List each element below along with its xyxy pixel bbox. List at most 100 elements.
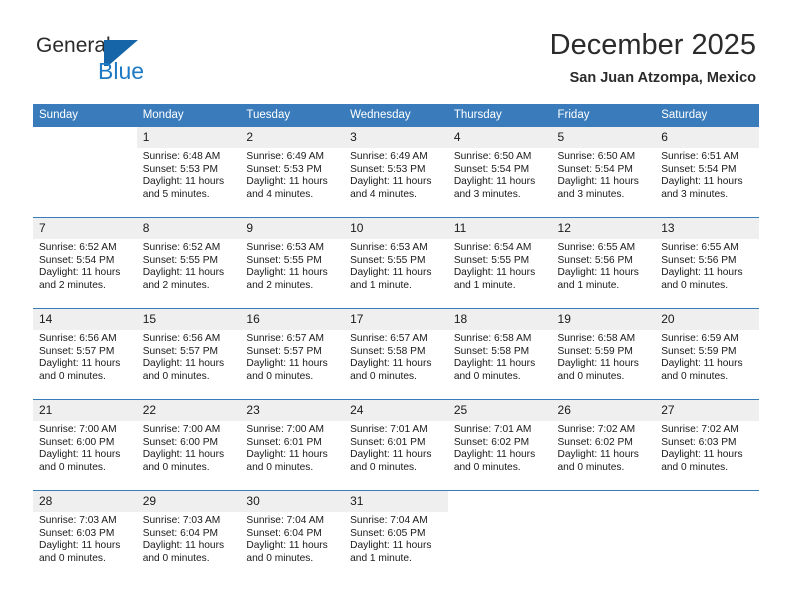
- day-details: Sunrise: 6:58 AM Sunset: 5:59 PM Daylight:…: [552, 330, 656, 383]
- day-cell-content: 2 Sunrise: 6:49 AM Sunset: 5:53 PM Daylight…: [240, 127, 345, 217]
- day-detail-line: and 0 minutes.: [246, 370, 314, 382]
- calendar-day-cell[interactable]: 5 Sunrise: 6:50 AM Sunset: 5:54 PM Daylight…: [551, 126, 656, 218]
- day-detail-line: and 4 minutes.: [350, 188, 417, 200]
- calendar-day-cell[interactable]: [655, 490, 759, 581]
- day-cell-content: 17 Sunrise: 6:57 AM Sunset: 5:58 PM Dayligh…: [344, 309, 448, 399]
- calendar-day-cell[interactable]: 24 Sunrise: 7:01 AM Sunset: 6:01 PM Dayligh…: [344, 399, 448, 491]
- calendar-day-cell[interactable]: 19 Sunrise: 6:58 AM Sunset: 5:59 PM Dayligh…: [551, 308, 656, 400]
- day-detail-line: Sunrise: 6:53 AM: [246, 242, 324, 253]
- day-detail-line: Sunrise: 6:48 AM: [142, 151, 221, 162]
- calendar-day-cell[interactable]: 14 Sunrise: 6:56 AM Sunset: 5:57 PM Dayligh…: [33, 308, 137, 400]
- day-detail-line: Daylight: 11 hours: [142, 540, 225, 552]
- calendar-day-cell[interactable]: 29 Sunrise: 7:03 AM Sunset: 6:04 PM Dayligh…: [136, 490, 241, 581]
- calendar-day-cell[interactable]: 6 Sunrise: 6:51 AM Sunset: 5:54 PM Daylight…: [655, 126, 759, 218]
- day-number: 13: [655, 218, 759, 239]
- calendar-day-cell[interactable]: 30 Sunrise: 7:04 AM Sunset: 6:04 PM Dayligh…: [240, 490, 345, 581]
- day-detail-line: Sunset: 6:00 PM: [39, 436, 115, 448]
- day-detail-line: Daylight: 11 hours: [350, 449, 432, 461]
- day-number: 16: [240, 309, 345, 330]
- day-detail-line: Daylight: 11 hours: [453, 449, 536, 461]
- calendar-day-cell[interactable]: 28 Sunrise: 7:03 AM Sunset: 6:03 PM Dayligh…: [33, 490, 137, 581]
- calendar-week-row: 7 Sunrise: 6:52 AM Sunset: 5:54 PM Daylight…: [33, 217, 759, 309]
- day-detail-line: Daylight: 11 hours: [350, 358, 432, 370]
- day-details: Sunrise: 7:02 AM Sunset: 6:03 PM Daylight:…: [655, 421, 759, 474]
- calendar-day-cell[interactable]: 10 Sunrise: 6:53 AM Sunset: 5:55 PM Dayligh…: [344, 217, 448, 309]
- day-number: 24: [344, 400, 448, 421]
- day-detail-line: Daylight: 11 hours: [39, 358, 121, 370]
- calendar-day-cell[interactable]: 20 Sunrise: 6:59 AM Sunset: 5:59 PM Dayligh…: [655, 308, 759, 400]
- day-detail-line: and 0 minutes.: [142, 461, 210, 473]
- day-number: 29: [136, 491, 241, 512]
- day-detail-line: and 0 minutes.: [661, 370, 729, 382]
- calendar-day-cell[interactable]: 31 Sunrise: 7:04 AM Sunset: 6:05 PM Dayligh…: [344, 490, 448, 581]
- calendar-day-cell[interactable]: 23 Sunrise: 7:00 AM Sunset: 6:01 PM Dayligh…: [240, 399, 345, 491]
- general-blue-logo[interactable]: General Blue: [36, 34, 216, 90]
- day-detail-line: Daylight: 11 hours: [453, 176, 536, 188]
- calendar-day-cell[interactable]: 26 Sunrise: 7:02 AM Sunset: 6:02 PM Dayligh…: [551, 399, 656, 491]
- calendar-day-cell[interactable]: 12 Sunrise: 6:55 AM Sunset: 5:56 PM Dayligh…: [551, 217, 656, 309]
- logo-text-blue: Blue: [98, 58, 145, 84]
- calendar-day-cell[interactable]: [33, 126, 137, 218]
- day-details: Sunrise: 7:01 AM Sunset: 6:02 PM Daylight:…: [448, 421, 552, 474]
- calendar-day-cell[interactable]: 7 Sunrise: 6:52 AM Sunset: 5:54 PM Daylight…: [33, 217, 137, 309]
- day-number: [655, 491, 759, 512]
- day-number: 21: [33, 400, 137, 421]
- calendar-day-cell[interactable]: 9 Sunrise: 6:53 AM Sunset: 5:55 PM Daylight…: [240, 217, 345, 309]
- calendar-day-cell[interactable]: 27 Sunrise: 7:02 AM Sunset: 6:03 PM Dayligh…: [655, 399, 759, 491]
- calendar-day-cell[interactable]: 13 Sunrise: 6:55 AM Sunset: 5:56 PM Dayligh…: [655, 217, 759, 309]
- calendar-day-cell[interactable]: [551, 490, 656, 581]
- calendar-day-cell[interactable]: 18 Sunrise: 6:58 AM Sunset: 5:58 PM Dayligh…: [447, 308, 552, 400]
- day-detail-line: Daylight: 11 hours: [142, 358, 225, 370]
- calendar-day-cell[interactable]: 2 Sunrise: 6:49 AM Sunset: 5:53 PM Daylight…: [240, 126, 345, 218]
- day-detail-line: Sunrise: 6:55 AM: [661, 242, 739, 253]
- day-detail-line: Sunset: 5:55 PM: [142, 254, 219, 266]
- calendar-day-cell[interactable]: 22 Sunrise: 7:00 AM Sunset: 6:00 PM Dayligh…: [136, 399, 241, 491]
- day-detail-line: Sunrise: 7:03 AM: [142, 515, 221, 526]
- calendar-day-cell[interactable]: 21 Sunrise: 7:00 AM Sunset: 6:00 PM Dayligh…: [33, 399, 137, 491]
- day-detail-line: Sunset: 5:54 PM: [453, 163, 530, 175]
- day-detail-line: Daylight: 11 hours: [661, 358, 743, 370]
- calendar-day-cell[interactable]: 1 Sunrise: 6:48 AM Sunset: 5:53 PM Daylight…: [136, 126, 241, 218]
- day-detail-line: Daylight: 11 hours: [453, 267, 536, 279]
- day-number: 31: [344, 491, 448, 512]
- day-details: Sunrise: 7:02 AM Sunset: 6:02 PM Daylight:…: [552, 421, 656, 474]
- calendar-day-cell[interactable]: 4 Sunrise: 6:50 AM Sunset: 5:54 PM Daylight…: [447, 126, 552, 218]
- day-number: 30: [240, 491, 345, 512]
- day-detail-line: Sunset: 5:53 PM: [142, 163, 219, 175]
- day-detail-line: Sunrise: 6:59 AM: [661, 333, 739, 344]
- day-number: 27: [655, 400, 759, 421]
- day-details: Sunrise: 6:58 AM Sunset: 5:58 PM Daylight:…: [448, 330, 552, 383]
- calendar-day-cell[interactable]: 11 Sunrise: 6:54 AM Sunset: 5:55 PM Dayligh…: [447, 217, 552, 309]
- calendar-day-cell[interactable]: 25 Sunrise: 7:01 AM Sunset: 6:02 PM Dayligh…: [447, 399, 552, 491]
- day-detail-line: Daylight: 11 hours: [246, 358, 328, 370]
- day-detail-line: Daylight: 11 hours: [39, 540, 121, 552]
- calendar-day-cell[interactable]: 17 Sunrise: 6:57 AM Sunset: 5:58 PM Dayligh…: [344, 308, 448, 400]
- day-detail-line: Daylight: 11 hours: [661, 267, 743, 279]
- day-number: 10: [344, 218, 448, 239]
- day-detail-line: Sunset: 5:56 PM: [661, 254, 737, 266]
- day-cell-content: 14 Sunrise: 6:56 AM Sunset: 5:57 PM Dayligh…: [33, 309, 137, 399]
- calendar-day-cell[interactable]: [447, 490, 552, 581]
- day-detail-line: Sunset: 5:53 PM: [350, 163, 426, 175]
- day-detail-line: Sunrise: 7:02 AM: [661, 424, 739, 435]
- day-detail-line: and 2 minutes.: [39, 279, 106, 291]
- day-detail-line: Sunset: 5:55 PM: [246, 254, 322, 266]
- day-number: 15: [136, 309, 241, 330]
- calendar-day-cell[interactable]: 8 Sunrise: 6:52 AM Sunset: 5:55 PM Daylight…: [136, 217, 241, 309]
- calendar-day-cell[interactable]: 3 Sunrise: 6:49 AM Sunset: 5:53 PM Daylight…: [344, 126, 448, 218]
- calendar-day-cell[interactable]: 16 Sunrise: 6:57 AM Sunset: 5:57 PM Dayligh…: [240, 308, 345, 400]
- day-cell-content: [655, 491, 759, 581]
- day-cell-content: 13 Sunrise: 6:55 AM Sunset: 5:56 PM Dayligh…: [655, 218, 759, 308]
- day-details: Sunrise: 6:49 AM Sunset: 5:53 PM Daylight:…: [240, 148, 344, 201]
- day-number: 4: [447, 127, 552, 148]
- day-detail-line: Sunrise: 7:04 AM: [350, 515, 428, 526]
- day-detail-line: Sunrise: 6:50 AM: [557, 151, 636, 162]
- day-detail-line: and 0 minutes.: [557, 370, 625, 382]
- day-details: [33, 148, 137, 151]
- day-cell-content: 3 Sunrise: 6:49 AM Sunset: 5:53 PM Daylight…: [344, 127, 448, 217]
- day-detail-line: and 1 minute.: [453, 279, 516, 291]
- calendar-day-cell[interactable]: 15 Sunrise: 6:56 AM Sunset: 5:57 PM Dayligh…: [136, 308, 241, 400]
- day-detail-line: Sunrise: 6:57 AM: [350, 333, 428, 344]
- day-detail-line: Sunset: 6:04 PM: [246, 527, 322, 539]
- day-detail-line: and 0 minutes.: [246, 552, 314, 564]
